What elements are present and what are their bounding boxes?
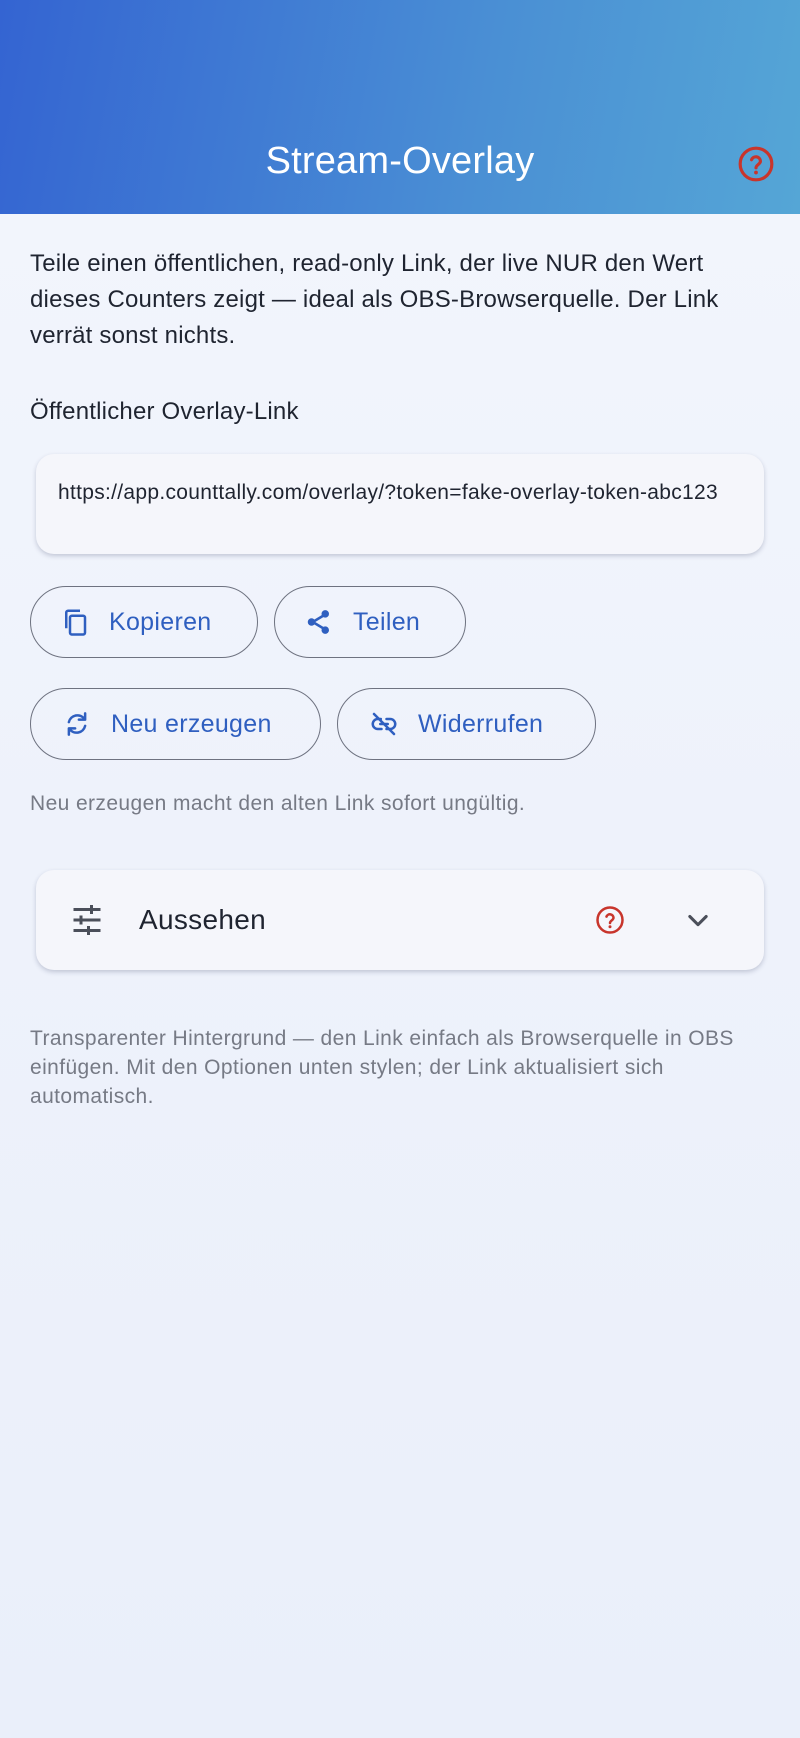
appearance-help-button[interactable] — [586, 896, 634, 944]
copy-button[interactable]: Kopieren — [30, 586, 258, 658]
tune-icon — [73, 905, 101, 935]
app-bar: Stream-Overlay — [0, 0, 800, 214]
help-button[interactable] — [732, 140, 780, 188]
overlay-link-url[interactable]: https://app.counttally.com/overlay/?toke… — [58, 478, 742, 507]
page-title: Stream-Overlay — [265, 140, 535, 182]
revoke-button-label: Widerrufen — [418, 709, 544, 738]
regenerate-hint: Neu erzeugen macht den alten Link sofort… — [30, 792, 526, 815]
overlay-link-field[interactable]: https://app.counttally.com/overlay/?toke… — [36, 454, 764, 554]
link-off-icon — [368, 708, 400, 740]
description-text: Teile einen öffentlichen, read-only Link… — [30, 250, 719, 349]
appearance-expander[interactable]: Aussehen — [36, 870, 764, 970]
appearance-title: Aussehen — [139, 904, 266, 935]
refresh-icon — [61, 708, 93, 740]
regenerate-button[interactable]: Neu erzeugen — [30, 688, 321, 760]
help-circle-icon — [596, 906, 624, 934]
revoke-button[interactable]: Widerrufen — [337, 688, 596, 760]
regenerate-button-label: Neu erzeugen — [111, 709, 272, 738]
overlay-link-label: Öffentlicher Overlay-Link — [30, 398, 299, 425]
share-button[interactable]: Teilen — [274, 586, 466, 658]
copy-icon — [59, 606, 91, 638]
copy-button-label: Kopieren — [109, 607, 212, 636]
help-circle-icon — [738, 146, 774, 182]
share-icon — [303, 606, 335, 638]
share-button-label: Teilen — [353, 607, 421, 636]
footnote-text: Transparenter Hintergrund — den Link ein… — [30, 1027, 734, 1108]
chevron-down-icon[interactable] — [684, 906, 712, 934]
